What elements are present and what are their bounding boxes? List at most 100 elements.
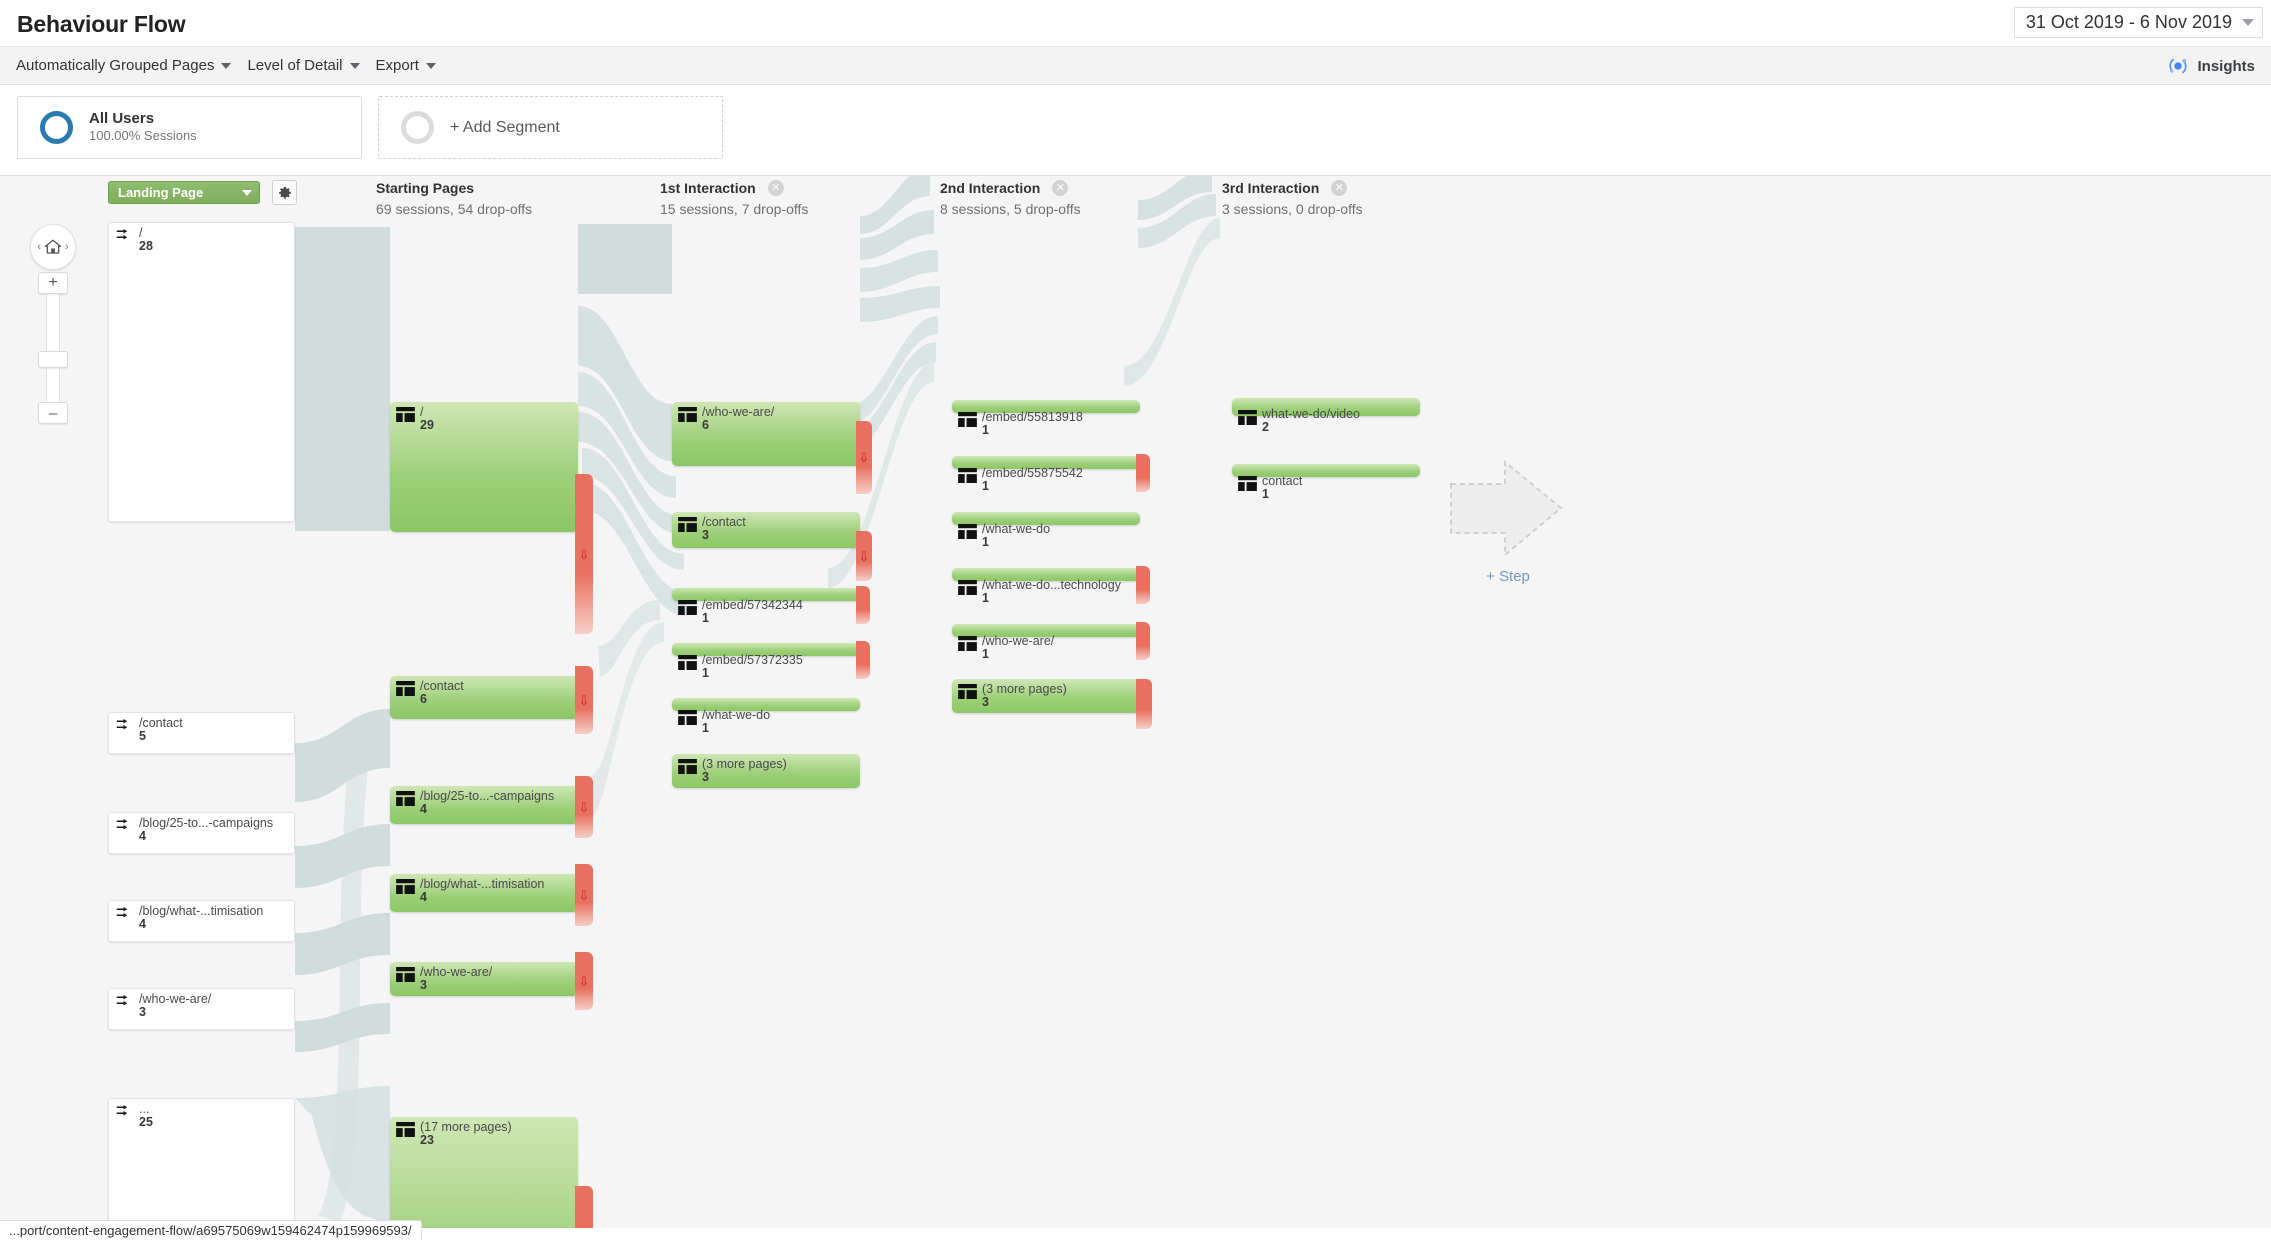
drop-off-indicator[interactable]: ⇩: [575, 952, 593, 1010]
column-header-starting-pages: Starting Pages 69 sessions, 54 drop-offs: [376, 180, 532, 217]
add-segment-button[interactable]: + Add Segment: [378, 96, 723, 159]
zoom-out-button[interactable]: –: [38, 402, 68, 424]
chevron-left-icon[interactable]: ‹: [37, 241, 41, 253]
interaction-node-text[interactable]: /what-we-do 1: [952, 512, 1140, 549]
column-subtitle: 69 sessions, 54 drop-offs: [376, 201, 533, 217]
add-segment-label: + Add Segment: [450, 118, 560, 136]
page-icon: [958, 684, 977, 699]
landing-page-node[interactable]: /blog/25-to...-campaigns 4: [108, 812, 295, 854]
page-icon: [958, 412, 977, 427]
add-segment-ring-icon: [401, 111, 434, 144]
chevron-down-icon: [425, 62, 436, 69]
column-header-1st-interaction: 1st Interaction ✕ 15 sessions, 7 drop-of…: [660, 180, 808, 217]
column-title: 3rd Interaction: [1222, 180, 1320, 196]
page-icon: [678, 407, 697, 422]
interaction-node[interactable]: (3 more pages) 3: [952, 679, 1140, 713]
interaction-node-text[interactable]: /what-we-do...technology 1: [952, 568, 1140, 605]
landing-page-dimension-select[interactable]: Landing Page: [108, 181, 260, 204]
chevron-right-icon[interactable]: ›: [65, 241, 69, 253]
drop-off-indicator[interactable]: [1136, 454, 1150, 492]
status-bar-url: ...port/content-engagement-flow/a6957506…: [9, 1223, 412, 1238]
export-label: Export: [375, 57, 419, 74]
page-icon: [958, 636, 977, 651]
drop-off-indicator[interactable]: ⇩: [575, 1186, 593, 1228]
level-of-detail-dropdown[interactable]: Level of Detail: [239, 47, 367, 84]
insights-label: Insights: [2197, 57, 2255, 75]
page-icon: [678, 600, 697, 615]
entrance-arrow-icon: [116, 1105, 128, 1116]
starting-page-node[interactable]: /who-we-are/ 3: [390, 962, 578, 996]
export-dropdown[interactable]: Export: [368, 47, 444, 84]
node-count: 4: [139, 917, 146, 931]
interaction-node-text[interactable]: /embed/57342344 1: [672, 588, 860, 625]
drop-off-indicator[interactable]: [856, 586, 870, 624]
drop-off-indicator[interactable]: ⇩: [856, 531, 872, 581]
page-icon: [396, 967, 415, 982]
interaction-node-text[interactable]: /embed/55813918 1: [952, 400, 1140, 437]
zoom-slider-track[interactable]: [46, 281, 60, 409]
drop-off-indicator[interactable]: ⇩: [575, 864, 593, 926]
drop-off-indicator[interactable]: ⇩: [575, 776, 593, 838]
node-count: 1: [982, 423, 989, 437]
add-step-label: + Step: [1486, 568, 1530, 585]
landing-page-node[interactable]: /who-we-are/ 3: [108, 988, 295, 1030]
column-title: 2nd Interaction: [940, 180, 1041, 196]
chevron-down-icon: [221, 62, 232, 69]
node-label: /what-we-do: [982, 522, 1051, 536]
segment-bar: All Users 100.00% Sessions + Add Segment: [0, 85, 2271, 176]
segment-ring-icon: [40, 111, 73, 144]
landing-page-node[interactable]: /contact 5: [108, 712, 295, 754]
drop-off-indicator[interactable]: [1136, 622, 1150, 660]
drop-off-arrow-icon: ⇩: [578, 973, 590, 989]
close-icon[interactable]: ✕: [1331, 180, 1348, 196]
insights-button[interactable]: Insights: [2167, 55, 2255, 77]
grouping-dropdown-label: Automatically Grouped Pages: [16, 57, 215, 74]
starting-page-node[interactable]: /contact 6: [390, 676, 578, 719]
close-icon[interactable]: ✕: [767, 180, 784, 196]
node-label: /embed/55813918: [982, 410, 1083, 424]
flow-canvas[interactable]: ‹ › + – Landing Page Starting Pages 69 s…: [0, 176, 2271, 1228]
landing-page-node[interactable]: / 28: [108, 222, 295, 522]
zoom-in-button[interactable]: +: [38, 272, 68, 294]
drop-off-indicator[interactable]: [1136, 679, 1152, 729]
landing-page-node[interactable]: ... 25: [108, 1098, 295, 1228]
drop-off-indicator[interactable]: ⇩: [856, 421, 872, 494]
segment-all-users[interactable]: All Users 100.00% Sessions: [17, 96, 362, 159]
node-label: /embed/57342344: [702, 598, 803, 612]
node-count: 6: [420, 692, 427, 706]
interaction-node[interactable]: (3 more pages) 3: [672, 754, 860, 788]
home-icon[interactable]: [44, 238, 62, 256]
interaction-node-text[interactable]: what-we-do/video 2: [1232, 398, 1420, 434]
starting-page-node[interactable]: /blog/25-to...-campaigns 4: [390, 786, 578, 824]
dimension-select-label: Landing Page: [118, 185, 204, 200]
page-icon: [678, 655, 697, 670]
toolbar: Automatically Grouped Pages Level of Det…: [0, 47, 2271, 85]
drop-off-indicator[interactable]: [1136, 566, 1150, 604]
drop-off-indicator[interactable]: ⇩: [575, 474, 593, 634]
node-label: /what-we-do: [702, 708, 771, 722]
grouping-dropdown[interactable]: Automatically Grouped Pages: [8, 47, 239, 84]
interaction-node-text[interactable]: /who-we-are/ 1: [952, 624, 1140, 661]
dimension-settings-button[interactable]: [272, 180, 297, 205]
landing-page-node[interactable]: /blog/what-...timisation 4: [108, 900, 295, 942]
drop-off-indicator[interactable]: ⇩: [575, 666, 593, 734]
interaction-node-text[interactable]: contact 1: [1232, 464, 1420, 501]
node-label: /blog/25-to...-campaigns: [420, 789, 555, 803]
close-icon[interactable]: ✕: [1052, 180, 1069, 196]
home-view-button[interactable]: ‹ ›: [30, 224, 76, 270]
add-step-button[interactable]: + Step: [1443, 456, 1573, 585]
starting-page-node[interactable]: / 29: [390, 402, 578, 532]
node-label: /blog/what-...timisation: [420, 877, 545, 891]
node-label: /blog/what-...timisation: [139, 904, 264, 918]
date-range-picker[interactable]: 31 Oct 2019 - 6 Nov 2019: [2013, 7, 2263, 38]
drop-off-arrow-icon: ⇩: [578, 692, 590, 708]
drop-off-indicator[interactable]: [856, 641, 870, 679]
zoom-slider-handle[interactable]: [38, 351, 68, 368]
interaction-node-text[interactable]: /embed/57372335 1: [672, 643, 860, 680]
interaction-node-text[interactable]: /embed/55875542 1: [952, 456, 1140, 493]
interaction-node[interactable]: /who-we-are/ 6: [672, 402, 860, 466]
interaction-node[interactable]: /contact 3: [672, 512, 860, 548]
starting-page-node[interactable]: (17 more pages) 23: [390, 1117, 578, 1228]
interaction-node-text[interactable]: /what-we-do 1: [672, 698, 860, 735]
starting-page-node[interactable]: /blog/what-...timisation 4: [390, 874, 578, 912]
